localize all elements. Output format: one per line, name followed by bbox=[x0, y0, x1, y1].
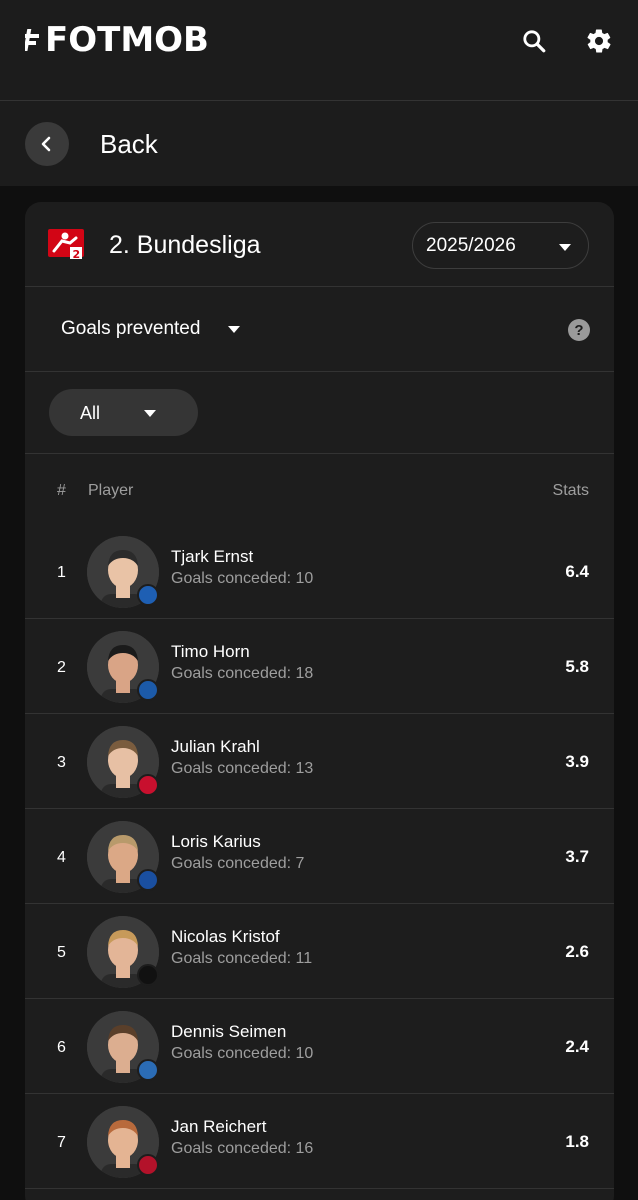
gear-icon[interactable] bbox=[582, 24, 616, 58]
player-detail: Goals conceded: 16 bbox=[171, 1140, 314, 1157]
player-detail: Goals conceded: 10 bbox=[171, 1045, 314, 1062]
player-name: Dennis Seimen bbox=[171, 1022, 287, 1041]
table-row[interactable]: 3 Julian Krahl Goals conceded: 13 3.9 bbox=[25, 714, 614, 809]
team-badge-icon bbox=[137, 774, 159, 796]
back-bar: Back bbox=[0, 101, 638, 186]
player-name: Tjark Ernst bbox=[171, 547, 254, 566]
player-detail: Goals conceded: 10 bbox=[171, 570, 314, 587]
filter-dropdown[interactable]: All bbox=[49, 389, 198, 436]
chevron-down-icon bbox=[144, 410, 156, 417]
back-label[interactable]: Back bbox=[100, 128, 158, 160]
player-name: Nicolas Kristof bbox=[171, 927, 280, 946]
season-label: 2025/2026 bbox=[426, 235, 516, 256]
stat-selector-row: Goals prevented ? bbox=[25, 288, 614, 372]
team-badge-icon bbox=[137, 1059, 159, 1081]
app-header: FOTMOB bbox=[0, 0, 638, 101]
avatar bbox=[87, 631, 159, 703]
stat-value: 3.9 bbox=[565, 752, 589, 771]
chevron-left-icon bbox=[41, 136, 51, 152]
team-badge-icon bbox=[137, 869, 159, 891]
player-list: 1 Tjark Ernst Goals conceded: 10 6.4 2 Timo H… bbox=[25, 524, 614, 1189]
rank-header: # bbox=[57, 482, 66, 499]
filter-row: All bbox=[25, 373, 614, 454]
player-name: Loris Karius bbox=[171, 832, 261, 851]
player-header: Player bbox=[88, 482, 134, 499]
season-dropdown[interactable]: 2025/2026 bbox=[412, 222, 589, 269]
avatar bbox=[87, 821, 159, 893]
stat-value: 2.6 bbox=[565, 942, 589, 961]
player-detail: Goals conceded: 11 bbox=[171, 950, 313, 967]
table-header: # Player Stats bbox=[25, 454, 614, 524]
avatar bbox=[87, 1011, 159, 1083]
rank-number: 4 bbox=[57, 849, 66, 866]
search-icon[interactable] bbox=[517, 24, 551, 58]
avatar bbox=[87, 1106, 159, 1178]
stats-header: Stats bbox=[552, 482, 589, 499]
player-name: Jan Reichert bbox=[171, 1117, 267, 1136]
stat-value: 3.7 bbox=[565, 847, 589, 866]
player-name: Timo Horn bbox=[171, 642, 250, 661]
chevron-down-icon bbox=[559, 244, 571, 251]
league-header: 2 2. Bundesliga 2025/2026 bbox=[25, 202, 614, 287]
back-button[interactable] bbox=[25, 122, 69, 166]
team-badge-icon bbox=[137, 584, 159, 606]
help-icon[interactable]: ? bbox=[568, 319, 590, 341]
avatar bbox=[87, 726, 159, 798]
bundesliga-2-logo-icon: 2 bbox=[48, 229, 84, 261]
table-row[interactable]: 6 Dennis Seimen Goals conceded: 10 2.4 bbox=[25, 999, 614, 1094]
table-row[interactable]: 2 Timo Horn Goals conceded: 18 5.8 bbox=[25, 619, 614, 714]
rank-number: 7 bbox=[57, 1134, 66, 1151]
player-detail: Goals conceded: 18 bbox=[171, 665, 314, 682]
player-detail: Goals conceded: 7 bbox=[171, 855, 305, 872]
stat-value: 2.4 bbox=[565, 1037, 589, 1056]
player-name: Julian Krahl bbox=[171, 737, 260, 756]
rank-number: 2 bbox=[57, 659, 66, 676]
stat-label: Goals prevented bbox=[61, 318, 201, 339]
stats-card: 2 2. Bundesliga 2025/2026 Goals prevente… bbox=[25, 202, 614, 1200]
avatar bbox=[87, 536, 159, 608]
team-badge-icon bbox=[137, 679, 159, 701]
chevron-down-icon bbox=[228, 325, 241, 333]
fotmob-logo[interactable]: FOTMOB bbox=[25, 22, 209, 58]
rank-number: 3 bbox=[57, 754, 66, 771]
stat-value: 5.8 bbox=[565, 657, 589, 676]
svg-text:2: 2 bbox=[73, 248, 81, 261]
rank-number: 5 bbox=[57, 944, 66, 961]
avatar bbox=[87, 916, 159, 988]
rank-number: 1 bbox=[57, 564, 66, 581]
logo-mark-icon bbox=[25, 29, 39, 51]
filter-label: All bbox=[80, 403, 101, 423]
table-row[interactable]: 5 Nicolas Kristof Goals conceded: 11 2.6 bbox=[25, 904, 614, 999]
team-badge-icon bbox=[137, 1154, 159, 1176]
logo-text: FOTMOB bbox=[45, 20, 209, 60]
table-row[interactable]: 7 Jan Reichert Goals conceded: 16 1.8 bbox=[25, 1094, 614, 1189]
team-badge-icon bbox=[137, 964, 159, 986]
stat-dropdown[interactable]: Goals prevented bbox=[61, 318, 241, 340]
stat-value: 1.8 bbox=[565, 1132, 589, 1151]
table-row[interactable]: 1 Tjark Ernst Goals conceded: 10 6.4 bbox=[25, 524, 614, 619]
table-row[interactable]: 4 Loris Karius Goals conceded: 7 3.7 bbox=[25, 809, 614, 904]
league-name: 2. Bundesliga bbox=[109, 231, 261, 259]
stat-value: 6.4 bbox=[565, 562, 589, 581]
player-detail: Goals conceded: 13 bbox=[171, 760, 314, 777]
rank-number: 6 bbox=[57, 1039, 66, 1056]
